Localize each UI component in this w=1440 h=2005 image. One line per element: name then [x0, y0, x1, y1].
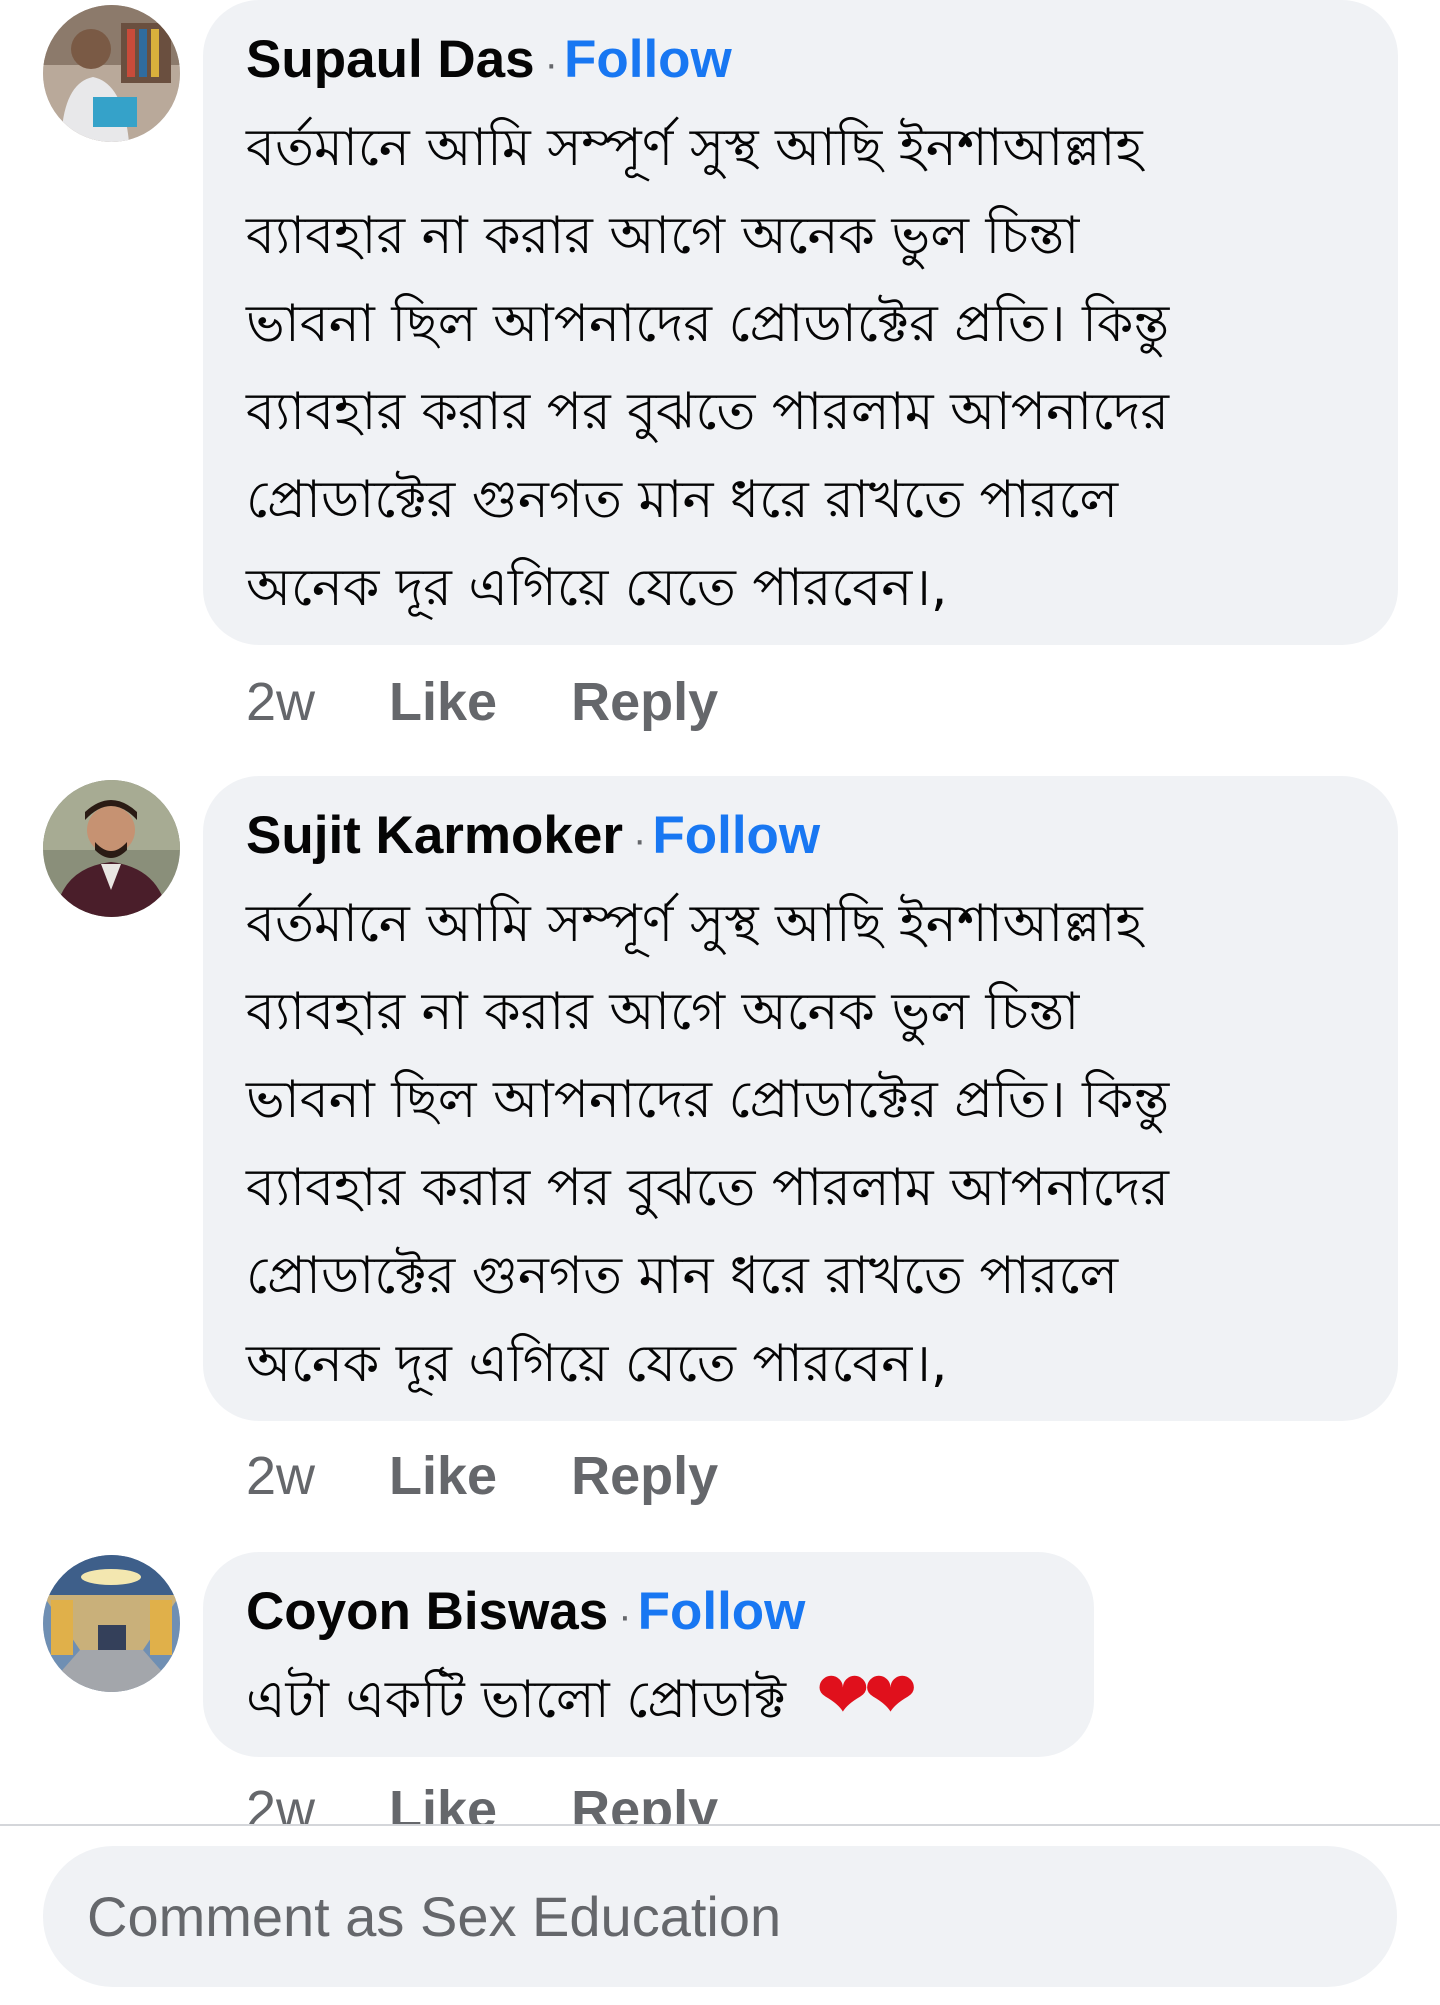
like-button[interactable]: Like [389, 670, 497, 734]
comment-text: এটা একটি ভালো প্রোডাক্ট ❤❤ [246, 1654, 1054, 1742]
profile-photo-icon [43, 780, 180, 917]
avatar[interactable] [43, 1555, 180, 1692]
follow-button[interactable]: Follow [564, 30, 732, 89]
comment-text: বর্তমানে আমি সম্পূর্ণ সুস্থ আছি ইনশাআল্ল… [246, 894, 1170, 1394]
separator-dot: · [544, 42, 558, 86]
separator-dot: · [618, 1594, 632, 1638]
like-button[interactable]: Like [389, 1444, 497, 1508]
reply-button[interactable]: Reply [571, 1444, 718, 1508]
author-name[interactable]: Supaul Das [246, 30, 535, 89]
comment-header: Sujit Karmoker · Follow [246, 804, 1358, 872]
comment-actions: 2w Like Reply [246, 670, 718, 734]
follow-button[interactable]: Follow [638, 1582, 806, 1641]
comment-timestamp[interactable]: 2w [246, 1444, 315, 1508]
profile-photo-icon [43, 5, 180, 142]
avatar[interactable] [43, 780, 180, 917]
profile-photo-icon [43, 1555, 180, 1692]
comment-actions: 2w Like Reply [246, 1444, 718, 1508]
comment-bubble: Supaul Das · Follow বর্তমানে আমি সম্পূর্ণ … [203, 0, 1398, 645]
comment-text-body: এটা একটি ভালো প্রোডাক্ট [246, 1670, 786, 1730]
comment-input[interactable] [43, 1846, 1397, 1987]
follow-button[interactable]: Follow [652, 806, 820, 865]
separator-dot: · [633, 818, 647, 862]
comment-text: বর্তমানে আমি সম্পূর্ণ সুস্থ আছি ইনশাআল্ল… [246, 118, 1170, 618]
comment-bubble: Coyon Biswas · Follow এটা একটি ভালো প্রোডা… [203, 1552, 1094, 1757]
comment-header: Supaul Das · Follow [246, 28, 1358, 96]
comment-bubble: Sujit Karmoker · Follow বর্তমানে আমি সম্পূ… [203, 776, 1398, 1421]
author-name[interactable]: Sujit Karmoker [246, 806, 623, 865]
heart-emoji-icon: ❤❤ [815, 1659, 917, 1733]
reply-button[interactable]: Reply [571, 670, 718, 734]
comment-composer [0, 1824, 1440, 2005]
author-name[interactable]: Coyon Biswas [246, 1582, 608, 1641]
comment-timestamp[interactable]: 2w [246, 670, 315, 734]
comment-header: Coyon Biswas · Follow [246, 1580, 1054, 1648]
avatar[interactable] [43, 5, 180, 142]
